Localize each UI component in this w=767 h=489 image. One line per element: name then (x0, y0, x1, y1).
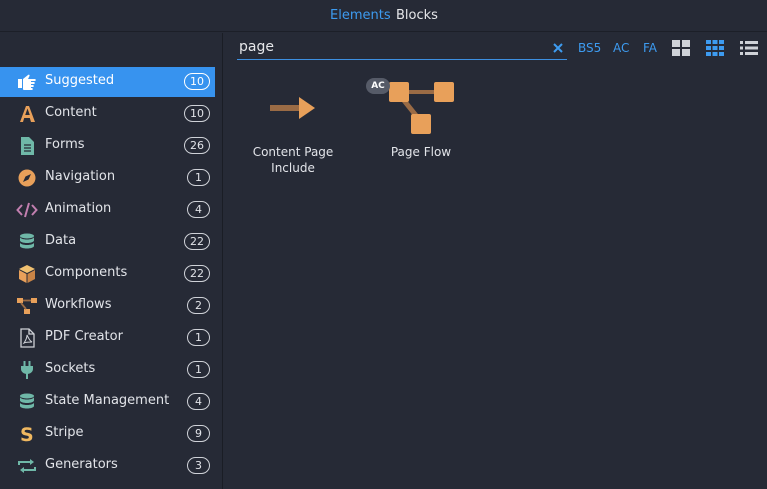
sidebar-item-label: Generators (45, 457, 118, 472)
ac-badge: AC (366, 78, 390, 94)
filter-ac-button[interactable]: AC (613, 41, 629, 55)
sidebar-item-label: Content (45, 105, 97, 120)
filter-fa-button[interactable]: FA (643, 41, 657, 55)
stripe-s-icon: S (16, 424, 38, 444)
sidebar-item-label: Suggested (45, 73, 115, 88)
category-sidebar: Suggested 10 Content 10 Forms 26 Navigat… (0, 33, 223, 489)
letter-a-icon (16, 104, 38, 124)
large-grid-view-icon[interactable] (672, 40, 690, 56)
element-card-label: Content Page Include (252, 145, 334, 175)
count-badge: 22 (184, 265, 210, 282)
element-card-content-page-include[interactable]: Content Page Include (238, 80, 348, 180)
element-card-page-flow[interactable]: Page Flow (366, 80, 476, 180)
count-badge: 22 (184, 233, 210, 250)
cube-icon (16, 264, 38, 284)
sidebar-item-label: Sockets (45, 361, 96, 376)
element-card-label: Page Flow (390, 145, 452, 159)
sidebar-item-navigation[interactable]: Navigation 1 (0, 163, 215, 193)
sidebar-item-content[interactable]: Content 10 (0, 99, 215, 129)
count-badge: 1 (187, 169, 210, 186)
sidebar-item-label: PDF Creator (45, 329, 123, 344)
sidebar-item-label: Navigation (45, 169, 116, 184)
sidebar-item-label: State Management (45, 393, 170, 408)
workflow-icon (16, 296, 38, 316)
search-bar (237, 36, 567, 60)
sidebar-item-stripe[interactable]: S Stripe 9 (0, 419, 215, 449)
arrow-right-icon (268, 94, 318, 122)
search-input[interactable] (237, 36, 537, 58)
plug-icon (16, 360, 38, 380)
count-badge: 1 (187, 361, 210, 378)
count-badge: 4 (187, 393, 210, 410)
sidebar-item-label: Stripe (45, 425, 84, 440)
count-badge: 9 (187, 425, 210, 442)
count-badge: 2 (187, 297, 210, 314)
sidebar-item-animation[interactable]: Animation 4 (0, 195, 215, 225)
database-icon (16, 232, 38, 252)
sidebar-item-pdf-creator[interactable]: PDF Creator 1 (0, 323, 215, 353)
sidebar-item-forms[interactable]: Forms 26 (0, 131, 215, 161)
document-icon (16, 136, 38, 156)
compass-icon (16, 168, 38, 188)
pdf-icon (16, 328, 38, 348)
code-icon (16, 200, 38, 220)
count-badge: 1 (187, 329, 210, 346)
sidebar-item-label: Workflows (45, 297, 112, 312)
top-bar: Elements Blocks (0, 0, 767, 32)
database-icon (16, 392, 38, 412)
sidebar-item-workflows[interactable]: Workflows 2 (0, 291, 215, 321)
count-badge: 4 (187, 201, 210, 218)
sidebar-item-components[interactable]: Components 22 (0, 259, 215, 289)
sidebar-item-generators[interactable]: Generators 3 (0, 451, 215, 481)
clear-search-icon[interactable] (551, 40, 565, 54)
sidebar-item-state-management[interactable]: State Management 4 (0, 387, 215, 417)
sidebar-item-label: Data (45, 233, 77, 248)
sidebar-item-data[interactable]: Data 22 (0, 227, 215, 257)
small-grid-view-icon[interactable] (706, 40, 724, 56)
count-badge: 10 (184, 105, 210, 122)
svg-text:S: S (20, 424, 34, 444)
count-badge: 3 (187, 457, 210, 474)
sidebar-item-suggested[interactable]: Suggested 10 (0, 67, 215, 97)
sidebar-item-label: Forms (45, 137, 85, 152)
repeat-icon (16, 456, 38, 476)
list-view-icon[interactable] (740, 40, 758, 56)
tab-blocks[interactable]: Blocks (396, 8, 438, 23)
tab-elements[interactable]: Elements (330, 8, 391, 23)
count-badge: 26 (184, 137, 210, 154)
sidebar-item-label: Animation (45, 201, 112, 216)
count-badge: 10 (184, 73, 210, 90)
filter-bs5-button[interactable]: BS5 (578, 41, 601, 55)
pointing-hand-icon (16, 72, 38, 92)
sidebar-item-sockets[interactable]: Sockets 1 (0, 355, 215, 385)
sidebar-item-label: Components (45, 265, 128, 280)
page-flow-icon (384, 80, 458, 136)
